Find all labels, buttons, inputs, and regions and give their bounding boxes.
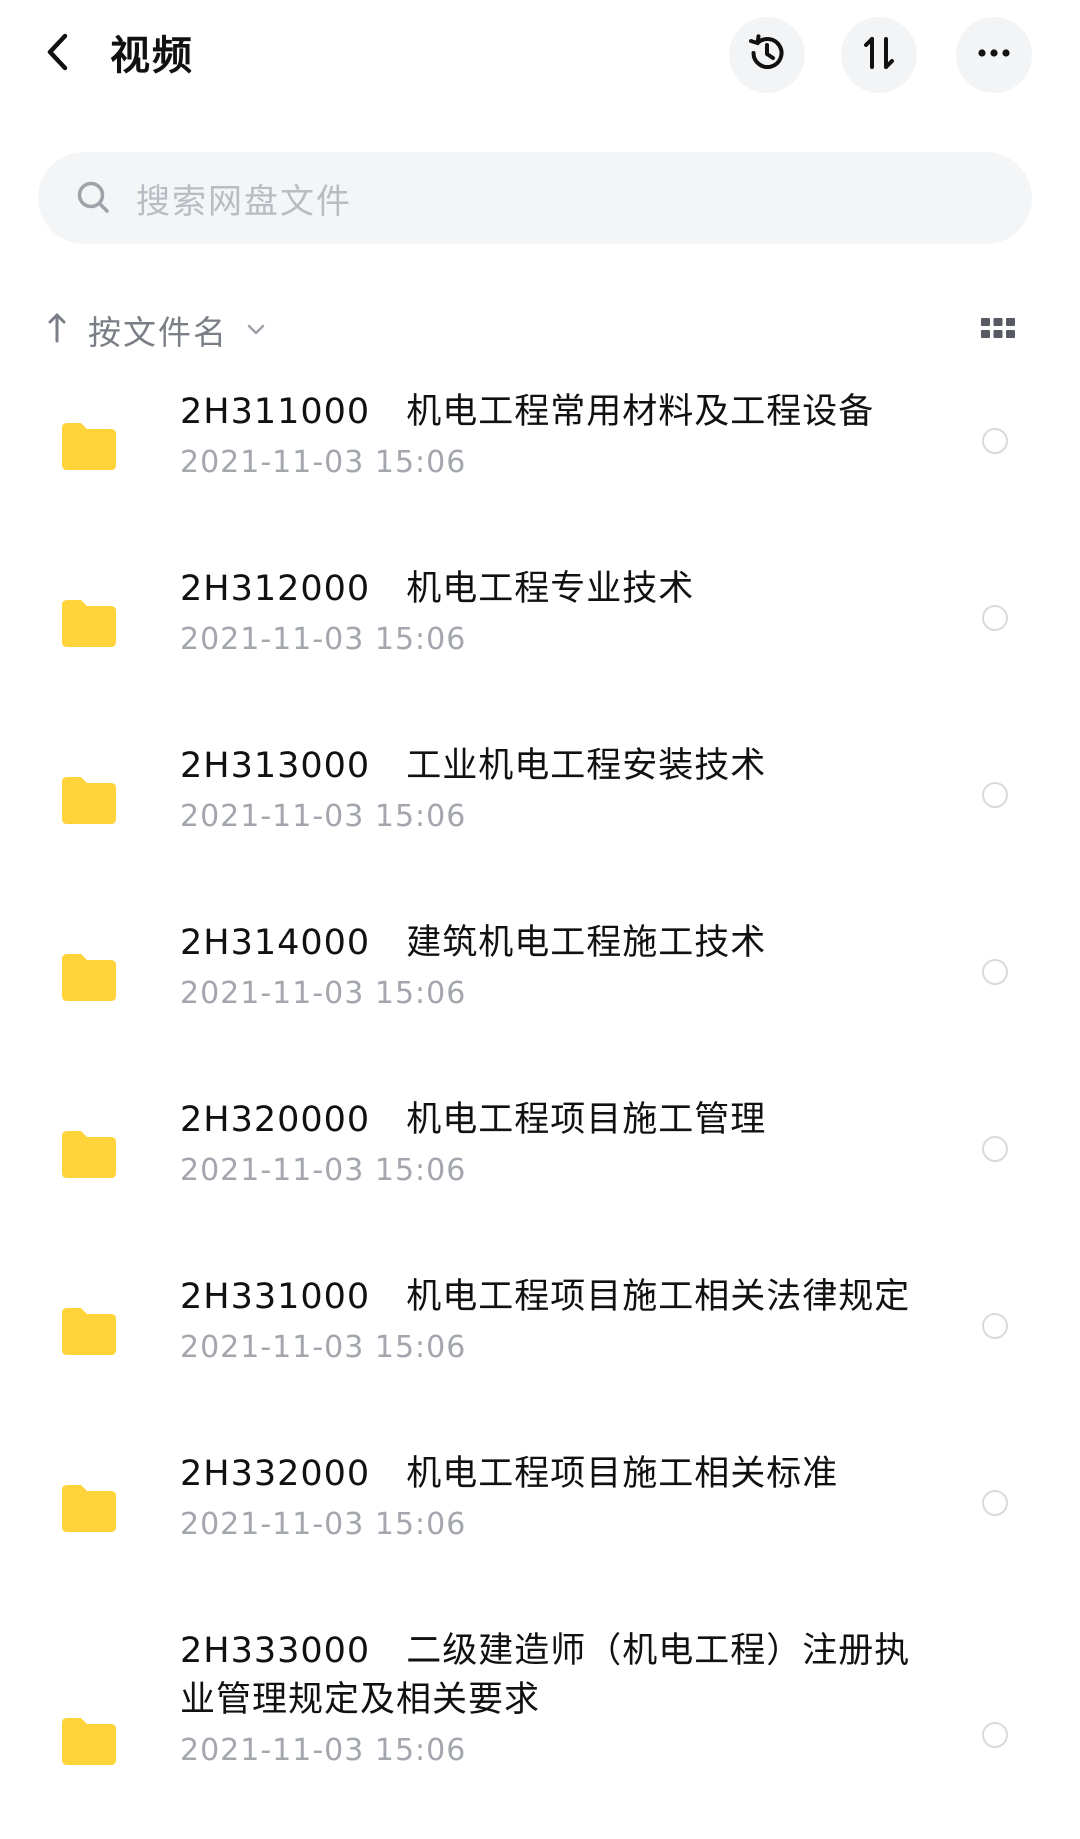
folder-icon — [60, 597, 118, 649]
file-date: 2021-11-03 15:06 — [180, 622, 467, 657]
more-dots-icon — [972, 31, 1016, 79]
file-name: 2H320000 机电工程项目施工管理 — [180, 1100, 767, 1140]
file-name: 2H331000 机电工程项目施工相关法律规定 — [180, 1277, 911, 1317]
file-row[interactable]: 2H313000 工业机电工程安装技术 2021-11-03 15:06 — [0, 724, 1080, 901]
file-list: 2H311000 机电工程常用材料及工程设备 2021-11-03 15:06 … — [0, 370, 1080, 1839]
select-checkbox[interactable] — [982, 428, 1008, 454]
file-row[interactable]: 2H312000 机电工程专业技术 2021-11-03 15:06 — [0, 547, 1080, 724]
file-name: 2H314000 建筑机电工程施工技术 — [180, 923, 767, 963]
grid-view-button[interactable] — [978, 312, 1018, 348]
history-button[interactable] — [729, 17, 805, 93]
sort-by-name-dropdown[interactable]: 按文件名 — [46, 300, 266, 360]
search-icon — [74, 178, 114, 218]
file-date: 2021-11-03 15:06 — [180, 445, 467, 480]
file-row[interactable]: 2H320000 机电工程项目施工管理 2021-11-03 15:06 — [0, 1078, 1080, 1255]
file-date: 2021-11-03 15:06 — [180, 799, 467, 834]
file-row[interactable]: 2H331000 机电工程项目施工相关法律规定 2021-11-03 15:06 — [0, 1255, 1080, 1432]
file-name: 2H312000 机电工程专业技术 — [180, 569, 695, 609]
file-date: 2021-11-03 15:06 — [180, 1733, 467, 1768]
chevron-down-icon — [246, 323, 266, 337]
history-clock-icon — [745, 31, 789, 79]
select-checkbox[interactable] — [982, 1313, 1008, 1339]
sort-label: 按文件名 — [88, 313, 228, 352]
file-row[interactable]: 2H332000 机电工程项目施工相关标准 2021-11-03 15:06 — [0, 1432, 1080, 1609]
file-name: 2H333000 二级建造师（机电工程）注册执业管理规定及相关要求 — [180, 1631, 911, 1720]
arrow-up-icon — [46, 311, 68, 349]
select-checkbox[interactable] — [982, 1722, 1008, 1748]
file-row[interactable]: 2H311000 机电工程常用材料及工程设备 2021-11-03 15:06 — [0, 370, 1080, 547]
chevron-left-icon — [45, 32, 71, 76]
sort-order-button[interactable] — [841, 17, 917, 93]
sort-bar: 按文件名 — [0, 300, 1080, 360]
file-date: 2021-11-03 15:06 — [180, 1507, 467, 1542]
file-row[interactable]: 2H314000 建筑机电工程施工技术 2021-11-03 15:06 — [0, 901, 1080, 1078]
file-date: 2021-11-03 15:06 — [180, 1330, 467, 1365]
file-name: 2H313000 工业机电工程安装技术 — [180, 746, 767, 786]
select-checkbox[interactable] — [982, 782, 1008, 808]
top-bar: 视频 — [0, 0, 1080, 115]
more-options-button[interactable] — [956, 17, 1032, 93]
folder-icon — [60, 1305, 118, 1357]
file-name: 2H332000 机电工程项目施工相关标准 — [180, 1454, 839, 1494]
folder-icon — [60, 774, 118, 826]
folder-icon — [60, 951, 118, 1003]
back-button[interactable] — [38, 30, 78, 78]
select-checkbox[interactable] — [982, 1136, 1008, 1162]
select-checkbox[interactable] — [982, 959, 1008, 985]
file-date: 2021-11-03 15:06 — [180, 976, 467, 1011]
folder-icon — [60, 1715, 118, 1767]
folder-icon — [60, 420, 118, 472]
page-title: 视频 — [110, 33, 194, 79]
grid-view-icon — [980, 316, 1016, 344]
select-checkbox[interactable] — [982, 1490, 1008, 1516]
folder-icon — [60, 1482, 118, 1534]
search-placeholder: 搜索网盘文件 — [136, 181, 352, 222]
file-date: 2021-11-03 15:06 — [180, 1153, 467, 1188]
file-row[interactable]: 2H333000 二级建造师（机电工程）注册执业管理规定及相关要求 2021-1… — [0, 1609, 1080, 1839]
folder-icon — [60, 1128, 118, 1180]
select-checkbox[interactable] — [982, 605, 1008, 631]
sort-arrows-icon — [857, 31, 901, 79]
search-input[interactable]: 搜索网盘文件 — [38, 152, 1032, 244]
file-name: 2H311000 机电工程常用材料及工程设备 — [180, 392, 875, 432]
